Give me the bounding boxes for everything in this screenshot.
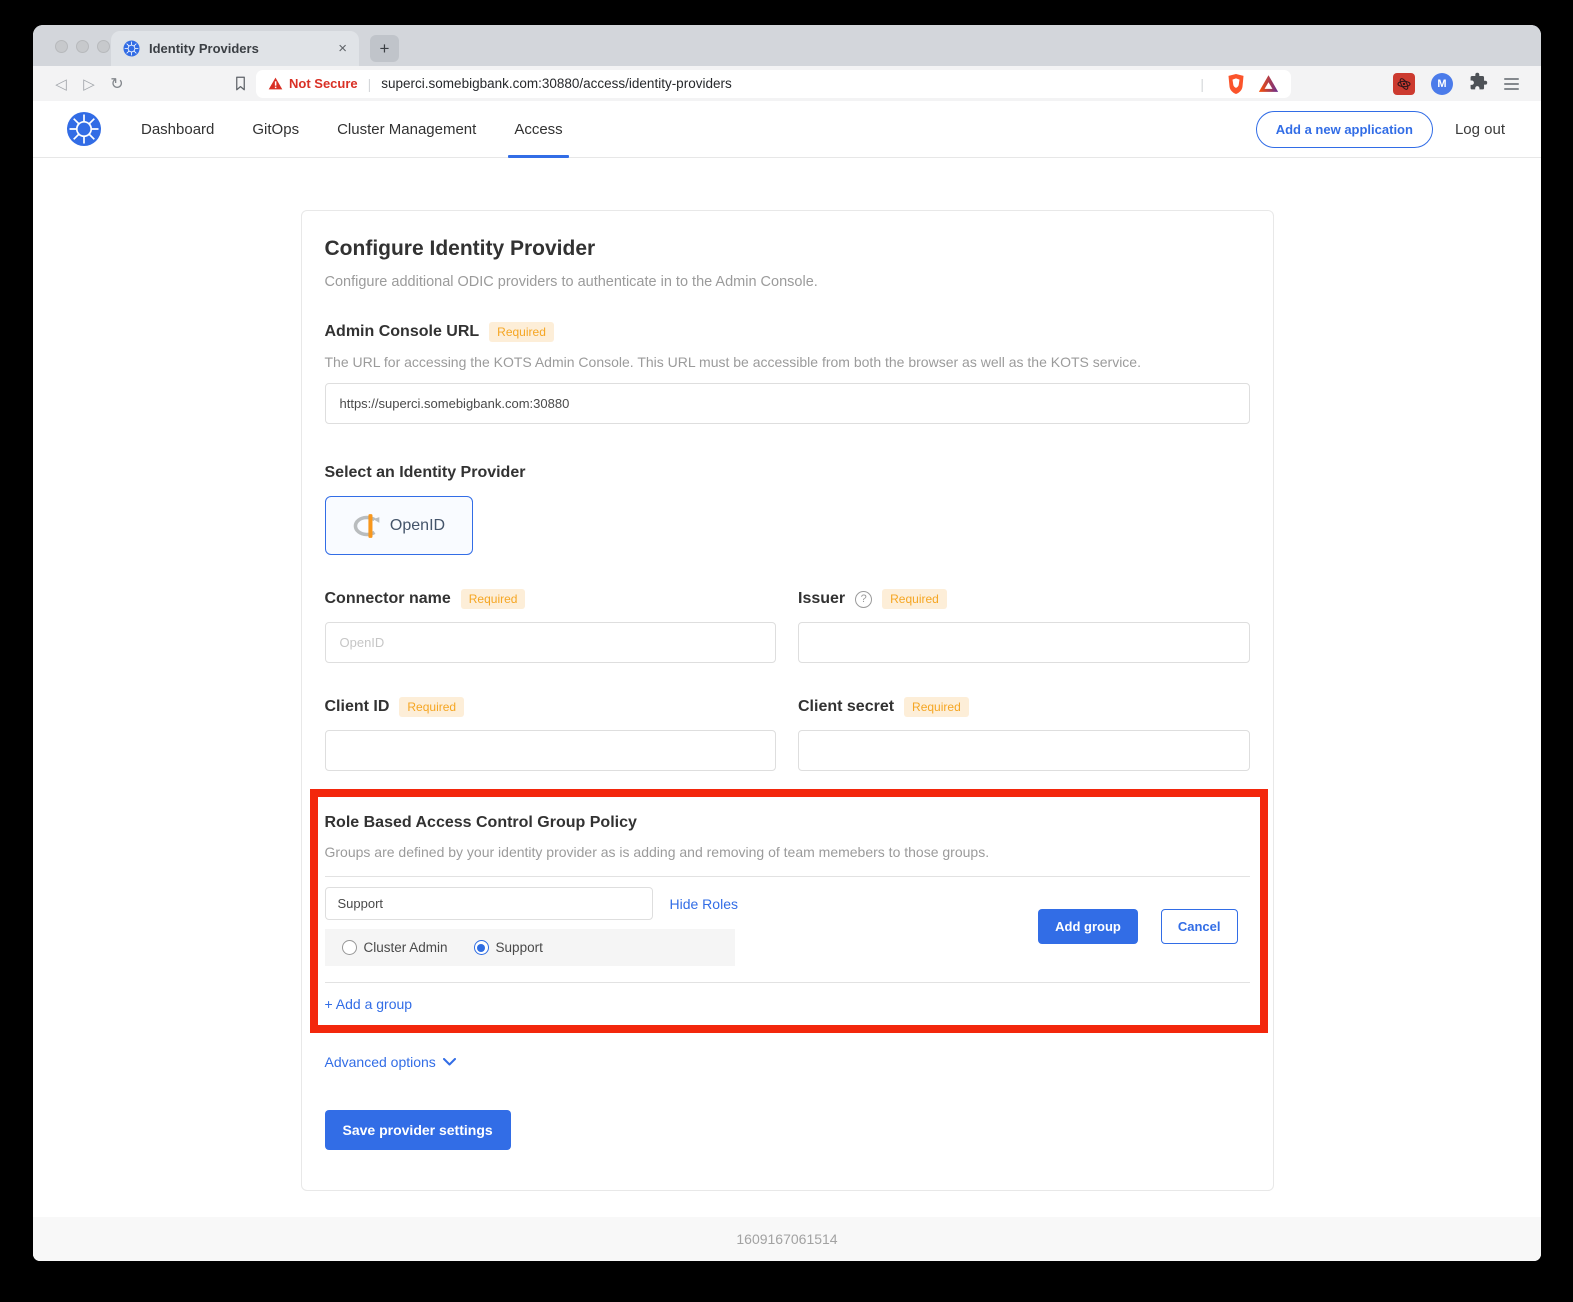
- tab-close-icon[interactable]: ×: [338, 41, 347, 56]
- window-controls: [55, 40, 110, 53]
- required-badge: Required: [882, 589, 947, 609]
- required-badge: Required: [904, 697, 969, 717]
- menu-hamburger-icon[interactable]: [1504, 78, 1519, 90]
- radio-unchecked-icon[interactable]: [342, 940, 357, 955]
- warning-triangle-icon: [268, 77, 283, 90]
- forward-button[interactable]: ▷: [75, 75, 103, 93]
- divider: |: [1200, 76, 1204, 92]
- footer-bar: 1609167061514: [33, 1217, 1541, 1261]
- client-secret-input[interactable]: [798, 730, 1250, 771]
- required-badge: Required: [489, 322, 554, 342]
- nav-item-gitops[interactable]: GitOps: [233, 101, 318, 157]
- bookmark-icon[interactable]: [233, 75, 248, 92]
- connector-name-label: Connector name: [325, 590, 451, 608]
- tab-title: Identity Providers: [149, 41, 329, 56]
- client-secret-label: Client secret: [798, 698, 894, 716]
- client-id-input[interactable]: [325, 730, 777, 771]
- new-tab-button[interactable]: +: [370, 35, 399, 62]
- page-title: Configure Identity Provider: [325, 237, 1250, 261]
- app-navigation: Dashboard GitOps Cluster Management Acce…: [33, 101, 1541, 158]
- add-group-button[interactable]: Add group: [1038, 909, 1138, 944]
- main-content: Configure Identity Provider Configure ad…: [33, 158, 1541, 1217]
- close-window-button[interactable]: [55, 40, 68, 53]
- add-new-application-button[interactable]: Add a new application: [1256, 111, 1433, 148]
- zoom-window-button[interactable]: [97, 40, 110, 53]
- cancel-button[interactable]: Cancel: [1161, 909, 1238, 944]
- group-name-input[interactable]: [325, 887, 653, 920]
- save-provider-settings-button[interactable]: Save provider settings: [325, 1110, 511, 1150]
- browser-toolbar: ◁ ▷ ↻ Not Secure | superci.somebigbank.c…: [33, 66, 1541, 101]
- hide-roles-link[interactable]: Hide Roles: [670, 896, 738, 912]
- nav-item-dashboard[interactable]: Dashboard: [122, 101, 233, 157]
- nav-item-access[interactable]: Access: [495, 101, 581, 157]
- not-secure-label: Not Secure: [289, 76, 358, 91]
- profile-avatar[interactable]: M: [1431, 73, 1453, 95]
- divider: |: [368, 76, 372, 92]
- divider: [325, 982, 1250, 983]
- openid-logo-icon: [352, 511, 382, 541]
- footer-timestamp: 1609167061514: [736, 1231, 837, 1247]
- admin-console-url-description: The URL for accessing the KOTS Admin Con…: [325, 354, 1250, 370]
- advanced-options-link[interactable]: Advanced options: [325, 1054, 456, 1070]
- admin-console-url-label: Admin Console URL: [325, 323, 480, 341]
- connector-name-input[interactable]: [325, 622, 777, 663]
- roles-bar: Cluster Admin Support: [325, 929, 735, 966]
- issuer-label: Issuer: [798, 590, 845, 608]
- identity-provider-card: Configure Identity Provider Configure ad…: [301, 210, 1274, 1191]
- rbac-title: Role Based Access Control Group Policy: [325, 814, 1250, 832]
- browser-tab[interactable]: Identity Providers ×: [111, 31, 359, 66]
- admin-console-url-input[interactable]: [325, 383, 1250, 424]
- openid-provider-tile[interactable]: OpenID: [325, 496, 473, 555]
- role-radio-cluster-admin[interactable]: Cluster Admin: [342, 940, 448, 955]
- select-identity-provider-label: Select an Identity Provider: [325, 464, 526, 482]
- nav-items: Dashboard GitOps Cluster Management Acce…: [122, 101, 582, 157]
- kubernetes-favicon-icon: [123, 40, 140, 57]
- extensions-puzzle-icon[interactable]: [1469, 72, 1488, 96]
- browser-window: Identity Providers × + ◁ ▷ ↻ Not Secure …: [33, 25, 1541, 1261]
- nav-item-cluster-management[interactable]: Cluster Management: [318, 101, 495, 157]
- url-text: superci.somebigbank.com:30880/access/ide…: [381, 76, 731, 91]
- tab-strip: Identity Providers × +: [33, 25, 1541, 66]
- required-badge: Required: [461, 589, 526, 609]
- address-bar[interactable]: Not Secure | superci.somebigbank.com:308…: [256, 70, 1291, 98]
- issuer-input[interactable]: [798, 622, 1250, 663]
- add-a-group-link[interactable]: + Add a group: [325, 996, 413, 1012]
- chevron-down-icon: [443, 1058, 456, 1066]
- required-badge: Required: [399, 697, 464, 717]
- openid-label: OpenID: [390, 517, 445, 535]
- radio-checked-icon[interactable]: [474, 940, 489, 955]
- client-id-label: Client ID: [325, 698, 390, 716]
- kubernetes-logo: [66, 111, 102, 147]
- logout-button[interactable]: Log out: [1455, 121, 1505, 138]
- extension-red-icon[interactable]: [1393, 73, 1415, 95]
- minimize-window-button[interactable]: [76, 40, 89, 53]
- divider: [325, 876, 1250, 877]
- role-radio-support[interactable]: Support: [474, 940, 543, 955]
- rbac-description: Groups are defined by your identity prov…: [325, 844, 1250, 860]
- back-button[interactable]: ◁: [47, 75, 75, 93]
- bat-rewards-icon[interactable]: [1258, 74, 1279, 93]
- help-icon[interactable]: ?: [855, 591, 872, 608]
- extension-cluster: M: [1393, 72, 1527, 96]
- reload-button[interactable]: ↻: [103, 74, 131, 93]
- page-subtitle: Configure additional ODIC providers to a…: [325, 274, 1250, 290]
- brave-shield-icon[interactable]: [1226, 73, 1246, 95]
- rbac-highlight-section: Role Based Access Control Group Policy G…: [310, 789, 1268, 1033]
